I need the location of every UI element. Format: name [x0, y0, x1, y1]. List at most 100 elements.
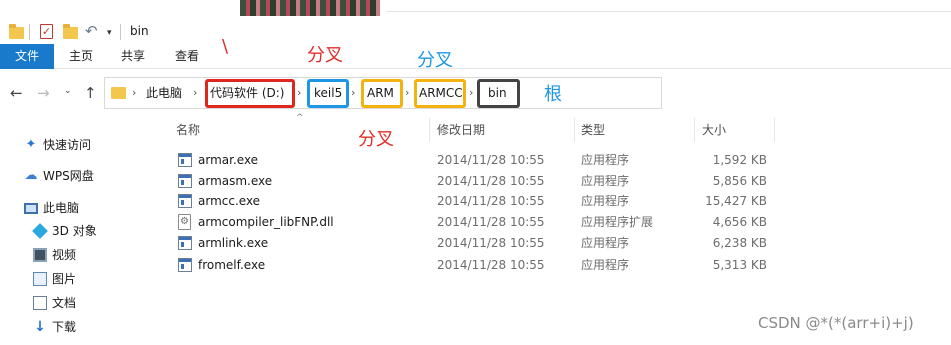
breadcrumb-separator[interactable]: › — [297, 78, 301, 108]
exe-icon — [178, 194, 192, 208]
download-icon: ↓ — [34, 319, 46, 335]
exe-icon — [178, 236, 192, 250]
computer-icon — [24, 203, 38, 214]
file-type: 应用程序扩展 — [581, 215, 654, 229]
file-row-armcompiler-libfnp[interactable]: armcompiler_libFNP.dll 2014/11/28 10:55 … — [170, 212, 775, 232]
navigation-pane: ✦ 快速访问 ☁ WPS网盘 此电脑 3D 对象 视频 图片 文档 ↓ 下载 — [0, 132, 160, 345]
ribbon-tabs: 文件 主页 共享 查看 — [0, 44, 951, 69]
folder-icon — [111, 87, 126, 99]
file-date: 2014/11/28 10:55 — [437, 174, 545, 188]
dll-icon — [178, 214, 191, 230]
file-type: 应用程序 — [581, 153, 630, 167]
document-icon — [33, 296, 47, 310]
sidebar-item-quick-access[interactable]: ✦ 快速访问 — [0, 134, 160, 156]
column-header-date[interactable]: 修改日期 — [437, 118, 485, 142]
file-size: 1,592 KB — [712, 153, 767, 167]
properties-icon[interactable]: ✓ — [40, 24, 53, 39]
new-folder-icon[interactable] — [63, 24, 78, 39]
file-name: fromelf.exe — [198, 258, 266, 272]
up-arrow-icon[interactable]: ↑ — [84, 84, 97, 102]
forward-arrow-icon[interactable]: → — [37, 84, 50, 102]
sidebar-item-label: 快速访问 — [43, 138, 92, 152]
column-divider[interactable] — [429, 118, 430, 142]
annotation-slash: \ — [222, 36, 229, 57]
file-size: 15,427 KB — [705, 194, 767, 208]
annotation-fork-red-top: 分叉 — [307, 45, 343, 66]
column-header-type[interactable]: 类型 — [581, 118, 605, 142]
sidebar-item-documents[interactable]: 文档 — [0, 292, 160, 314]
tab-view[interactable]: 查看 — [175, 44, 199, 69]
sidebar-item-videos[interactable]: 视频 — [0, 244, 160, 266]
annotation-root: 根 — [544, 84, 562, 105]
title-bar: ✓ ↶ ▾ bin — [0, 0, 951, 44]
3d-objects-icon — [32, 223, 48, 239]
toolbar-divider — [120, 24, 121, 40]
tab-file[interactable]: 文件 — [0, 44, 54, 69]
cloud-icon: ☁ — [24, 168, 38, 183]
file-name: armlink.exe — [198, 236, 269, 250]
video-icon — [33, 248, 47, 262]
sidebar-item-pictures[interactable]: 图片 — [0, 268, 160, 290]
file-row-armlink[interactable]: armlink.exe 2014/11/28 10:55 应用程序 6,238 … — [170, 233, 775, 253]
file-row-armcc[interactable]: armcc.exe 2014/11/28 10:55 应用程序 15,427 K… — [170, 191, 775, 211]
column-divider[interactable] — [774, 118, 775, 142]
breadcrumb-this-pc[interactable]: 此电脑 — [146, 78, 182, 108]
window-title: bin — [130, 24, 149, 38]
file-date: 2014/11/28 10:55 — [437, 258, 545, 272]
undo-icon[interactable]: ↶ — [85, 24, 101, 39]
exe-icon — [178, 174, 192, 188]
file-type: 应用程序 — [581, 258, 630, 272]
back-arrow-icon[interactable]: ← — [10, 84, 23, 102]
tab-home[interactable]: 主页 — [69, 44, 93, 69]
file-size: 5,313 KB — [712, 258, 767, 272]
title-bar-right-area — [386, 0, 951, 12]
breadcrumb-separator[interactable]: › — [132, 78, 136, 108]
annotation-fork-blue: 分叉 — [417, 50, 453, 71]
file-size: 6,238 KB — [712, 236, 767, 250]
sidebar-item-3d-objects[interactable]: 3D 对象 — [0, 220, 160, 242]
file-date: 2014/11/28 10:55 — [437, 194, 545, 208]
sidebar-item-label: 3D 对象 — [52, 224, 97, 238]
watermark: CSDN @*(*(arr+i)+j) — [758, 314, 914, 332]
breadcrumb-separator[interactable]: › — [351, 78, 355, 108]
breadcrumb-separator[interactable]: › — [469, 78, 473, 108]
column-divider[interactable] — [574, 118, 575, 142]
pin-icon: ✦ — [25, 137, 37, 152]
tab-share[interactable]: 共享 — [121, 44, 145, 69]
annotation-box-arm — [361, 79, 403, 108]
file-row-armar[interactable]: armar.exe 2014/11/28 10:55 应用程序 1,592 KB — [170, 150, 775, 170]
sidebar-item-label: 下载 — [52, 320, 77, 334]
toolbar-divider — [29, 24, 30, 40]
sidebar-item-label: 图片 — [52, 272, 77, 286]
desktop-wallpaper-strip — [240, 0, 380, 16]
sidebar-item-wps-cloud[interactable]: ☁ WPS网盘 — [0, 165, 160, 187]
sidebar-item-this-pc[interactable]: 此电脑 — [0, 197, 160, 219]
annotation-box-drive — [205, 79, 295, 108]
file-type: 应用程序 — [581, 194, 630, 208]
column-divider[interactable] — [694, 118, 695, 142]
recent-locations-chevron-down-icon[interactable]: ⌄ — [64, 86, 72, 96]
annotation-box-keil5 — [307, 79, 349, 108]
breadcrumb-separator[interactable]: › — [193, 78, 197, 108]
sidebar-item-label: 文档 — [52, 296, 77, 310]
column-header-size[interactable]: 大小 — [702, 118, 726, 142]
sidebar-item-downloads[interactable]: ↓ 下载 — [0, 316, 160, 338]
annotation-fork-red-bottom: 分叉 — [358, 129, 394, 150]
file-date: 2014/11/28 10:55 — [437, 236, 545, 250]
breadcrumb-separator[interactable]: › — [405, 78, 409, 108]
file-size: 4,656 KB — [712, 215, 767, 229]
customize-toolbar-chevron-down-icon[interactable]: ▾ — [107, 28, 112, 38]
annotation-box-bin — [477, 79, 520, 108]
file-row-armasm[interactable]: armasm.exe 2014/11/28 10:55 应用程序 5,856 K… — [170, 171, 775, 191]
column-header-name[interactable]: 名称 — [176, 118, 200, 142]
file-name: armcc.exe — [198, 194, 261, 208]
exe-icon — [178, 258, 192, 272]
exe-icon — [178, 153, 192, 167]
file-name: armar.exe — [198, 153, 259, 167]
file-size: 5,856 KB — [712, 174, 767, 188]
annotation-box-armcc — [414, 79, 466, 108]
file-name: armcompiler_libFNP.dll — [198, 215, 334, 229]
folder-icon[interactable] — [9, 24, 24, 39]
sidebar-item-label: 此电脑 — [43, 201, 80, 215]
file-row-fromelf[interactable]: fromelf.exe 2014/11/28 10:55 应用程序 5,313 … — [170, 255, 775, 275]
